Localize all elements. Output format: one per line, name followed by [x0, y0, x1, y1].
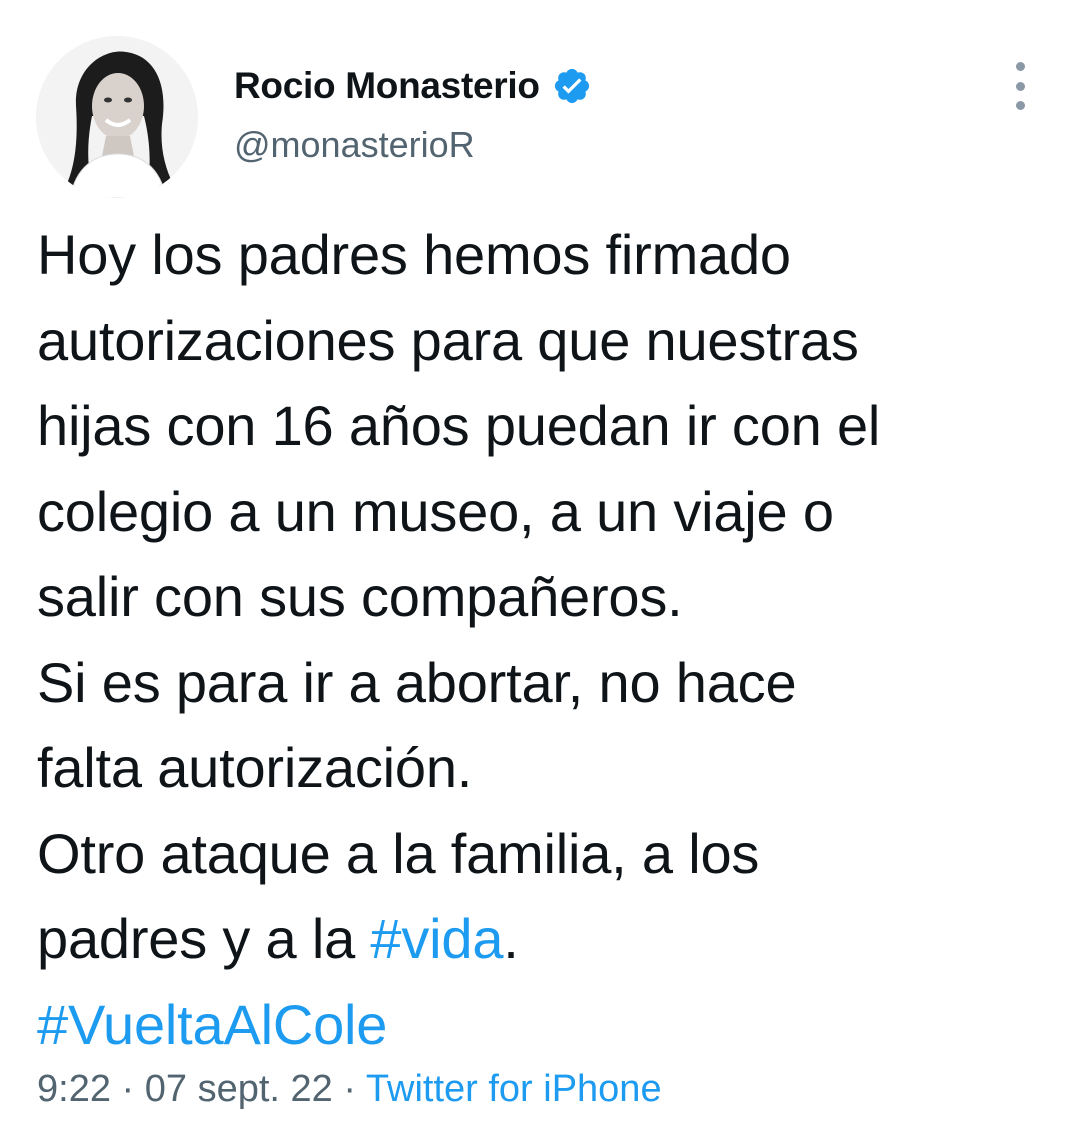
more-vertical-icon — [1015, 81, 1025, 91]
tweet-container: Rocio Monasterio @monasterioR Hoy los pa… — [0, 0, 1080, 1143]
tweet-date[interactable]: 07 sept. 22 — [145, 1068, 333, 1110]
tweet-line: salir con sus compañeros. — [37, 565, 683, 628]
tweet-meta: 9:22 · 07 sept. 22 · Twitter for iPhone — [37, 1068, 662, 1111]
meta-separator: · — [110, 1068, 145, 1110]
more-options-button[interactable] — [1004, 62, 1036, 110]
user-handle[interactable]: @monasterioR — [234, 124, 592, 166]
display-name[interactable]: Rocio Monasterio — [234, 65, 540, 107]
meta-separator: · — [332, 1068, 366, 1110]
tweet-line: autorizaciones para que nuestras — [37, 308, 859, 372]
verified-badge-icon — [552, 66, 592, 106]
avatar[interactable] — [36, 36, 198, 198]
tweet-line: colegio a un museo, a un viaje o — [37, 479, 834, 543]
tweet-line-text: padres y a la — [37, 907, 371, 970]
more-vertical-icon — [1015, 101, 1025, 110]
tweet-line: falta autorización. — [37, 736, 473, 799]
tweet-line: padres y a la #vida. — [37, 896, 1047, 982]
tweet-source-link[interactable]: Twitter for iPhone — [366, 1068, 662, 1110]
tweet-line: Hoy los padres hemos firmado — [37, 223, 791, 286]
tweet-line-text: . — [503, 907, 519, 970]
tweet-line: Otro ataque a la familia, a los — [37, 821, 760, 885]
more-vertical-icon — [1015, 62, 1025, 71]
profile-photo-icon — [36, 36, 198, 198]
name-row: Rocio Monasterio — [234, 60, 592, 112]
tweet-line: Si es para ir a abortar, no hace — [37, 650, 797, 714]
tweet-line: #VueltaAlCole — [37, 982, 1047, 1068]
tweet-time[interactable]: 9:22 — [37, 1068, 111, 1110]
hashtag-link[interactable]: #VueltaAlCole — [37, 993, 387, 1056]
author-info: Rocio Monasterio @monasterioR — [234, 60, 592, 166]
tweet-text: Hoy los padres hemos firmado autorizacio… — [37, 212, 1047, 1067]
hashtag-link[interactable]: #vida — [370, 907, 503, 970]
tweet-line: hijas con 16 años puedan ir con el — [37, 394, 881, 457]
